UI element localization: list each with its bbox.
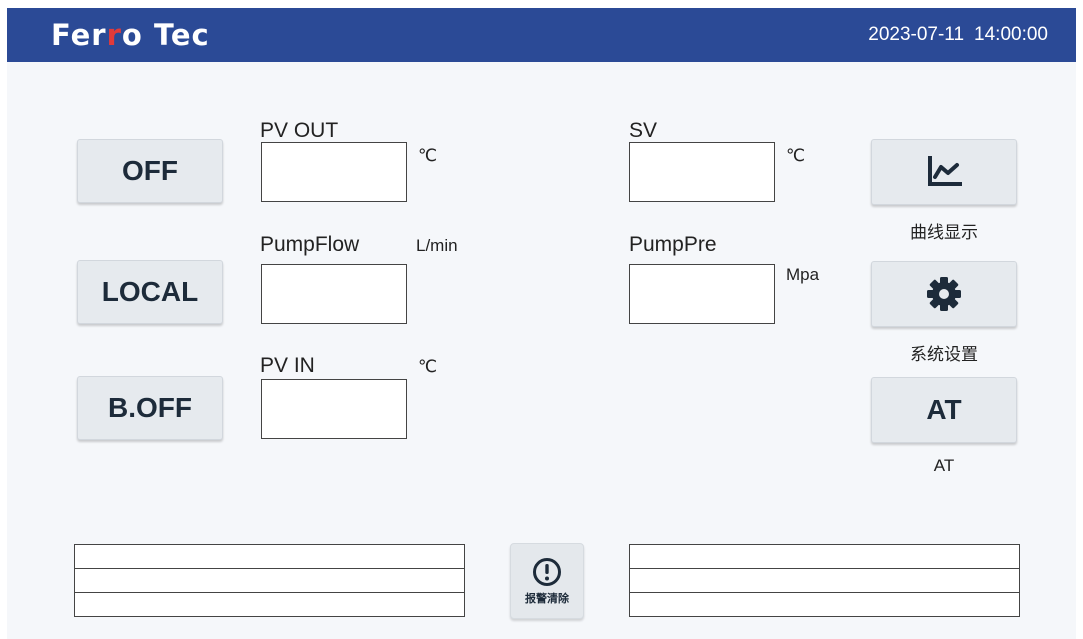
b-off-button[interactable]: B.OFF bbox=[77, 376, 223, 440]
alarm-clear-label: 报警清除 bbox=[525, 592, 569, 605]
alarm-row bbox=[630, 545, 1019, 569]
alarm-list-left bbox=[74, 544, 465, 617]
curve-display-caption: 曲线显示 bbox=[910, 223, 978, 242]
at-caption: AT bbox=[933, 456, 955, 475]
system-settings-caption: 系统设置 bbox=[910, 345, 978, 364]
pump-pre-label: PumpPre bbox=[629, 233, 717, 256]
pump-flow-value bbox=[261, 264, 407, 324]
alert-circle-icon bbox=[533, 557, 561, 586]
gear-icon bbox=[927, 277, 961, 311]
pump-pre-value bbox=[629, 264, 775, 324]
pump-flow-label: PumpFlow bbox=[260, 233, 360, 256]
datetime-display: 2023-07-11 14:00:00 bbox=[868, 24, 1048, 46]
pump-flow-unit: L/min bbox=[416, 236, 458, 255]
pv-out-label: PV OUT bbox=[260, 119, 339, 142]
sv-unit: ℃ bbox=[786, 146, 806, 165]
alarm-row bbox=[75, 593, 464, 616]
sv-label: SV bbox=[629, 119, 658, 142]
pv-out-value bbox=[261, 142, 407, 202]
logo-text-accent: r bbox=[106, 18, 122, 52]
date-text: 2023-07-11 bbox=[868, 24, 965, 45]
ferrotec-logo: Ferro Tec bbox=[51, 18, 210, 52]
curve-display-button[interactable] bbox=[871, 139, 1017, 205]
alarm-row bbox=[630, 569, 1019, 593]
pv-in-label: PV IN bbox=[260, 354, 315, 377]
system-settings-button[interactable] bbox=[871, 261, 1017, 327]
alarm-clear-button[interactable]: 报警清除 bbox=[510, 543, 584, 619]
pv-in-unit: ℃ bbox=[418, 357, 438, 376]
alarm-list-right bbox=[629, 544, 1020, 617]
alarm-row bbox=[630, 593, 1019, 616]
hmi-screen: Ferro Tec 2023-07-11 14:00:00 OFF LOCAL B… bbox=[7, 8, 1076, 639]
local-button[interactable]: LOCAL bbox=[77, 260, 223, 324]
sv-value[interactable] bbox=[629, 142, 775, 202]
alarm-row bbox=[75, 545, 464, 569]
at-button[interactable]: AT bbox=[871, 377, 1017, 443]
pump-pre-unit: Mpa bbox=[786, 265, 820, 284]
logo-text-1: Fer bbox=[51, 18, 107, 52]
off-button[interactable]: OFF bbox=[77, 139, 223, 203]
pv-in-value bbox=[261, 379, 407, 439]
logo-text-2: o Tec bbox=[121, 18, 210, 52]
line-chart-icon bbox=[928, 156, 962, 186]
pv-out-unit: ℃ bbox=[418, 146, 438, 165]
alarm-row bbox=[75, 569, 464, 593]
header-bar: Ferro Tec 2023-07-11 14:00:00 bbox=[7, 8, 1076, 62]
time-text: 14:00:00 bbox=[974, 24, 1048, 45]
